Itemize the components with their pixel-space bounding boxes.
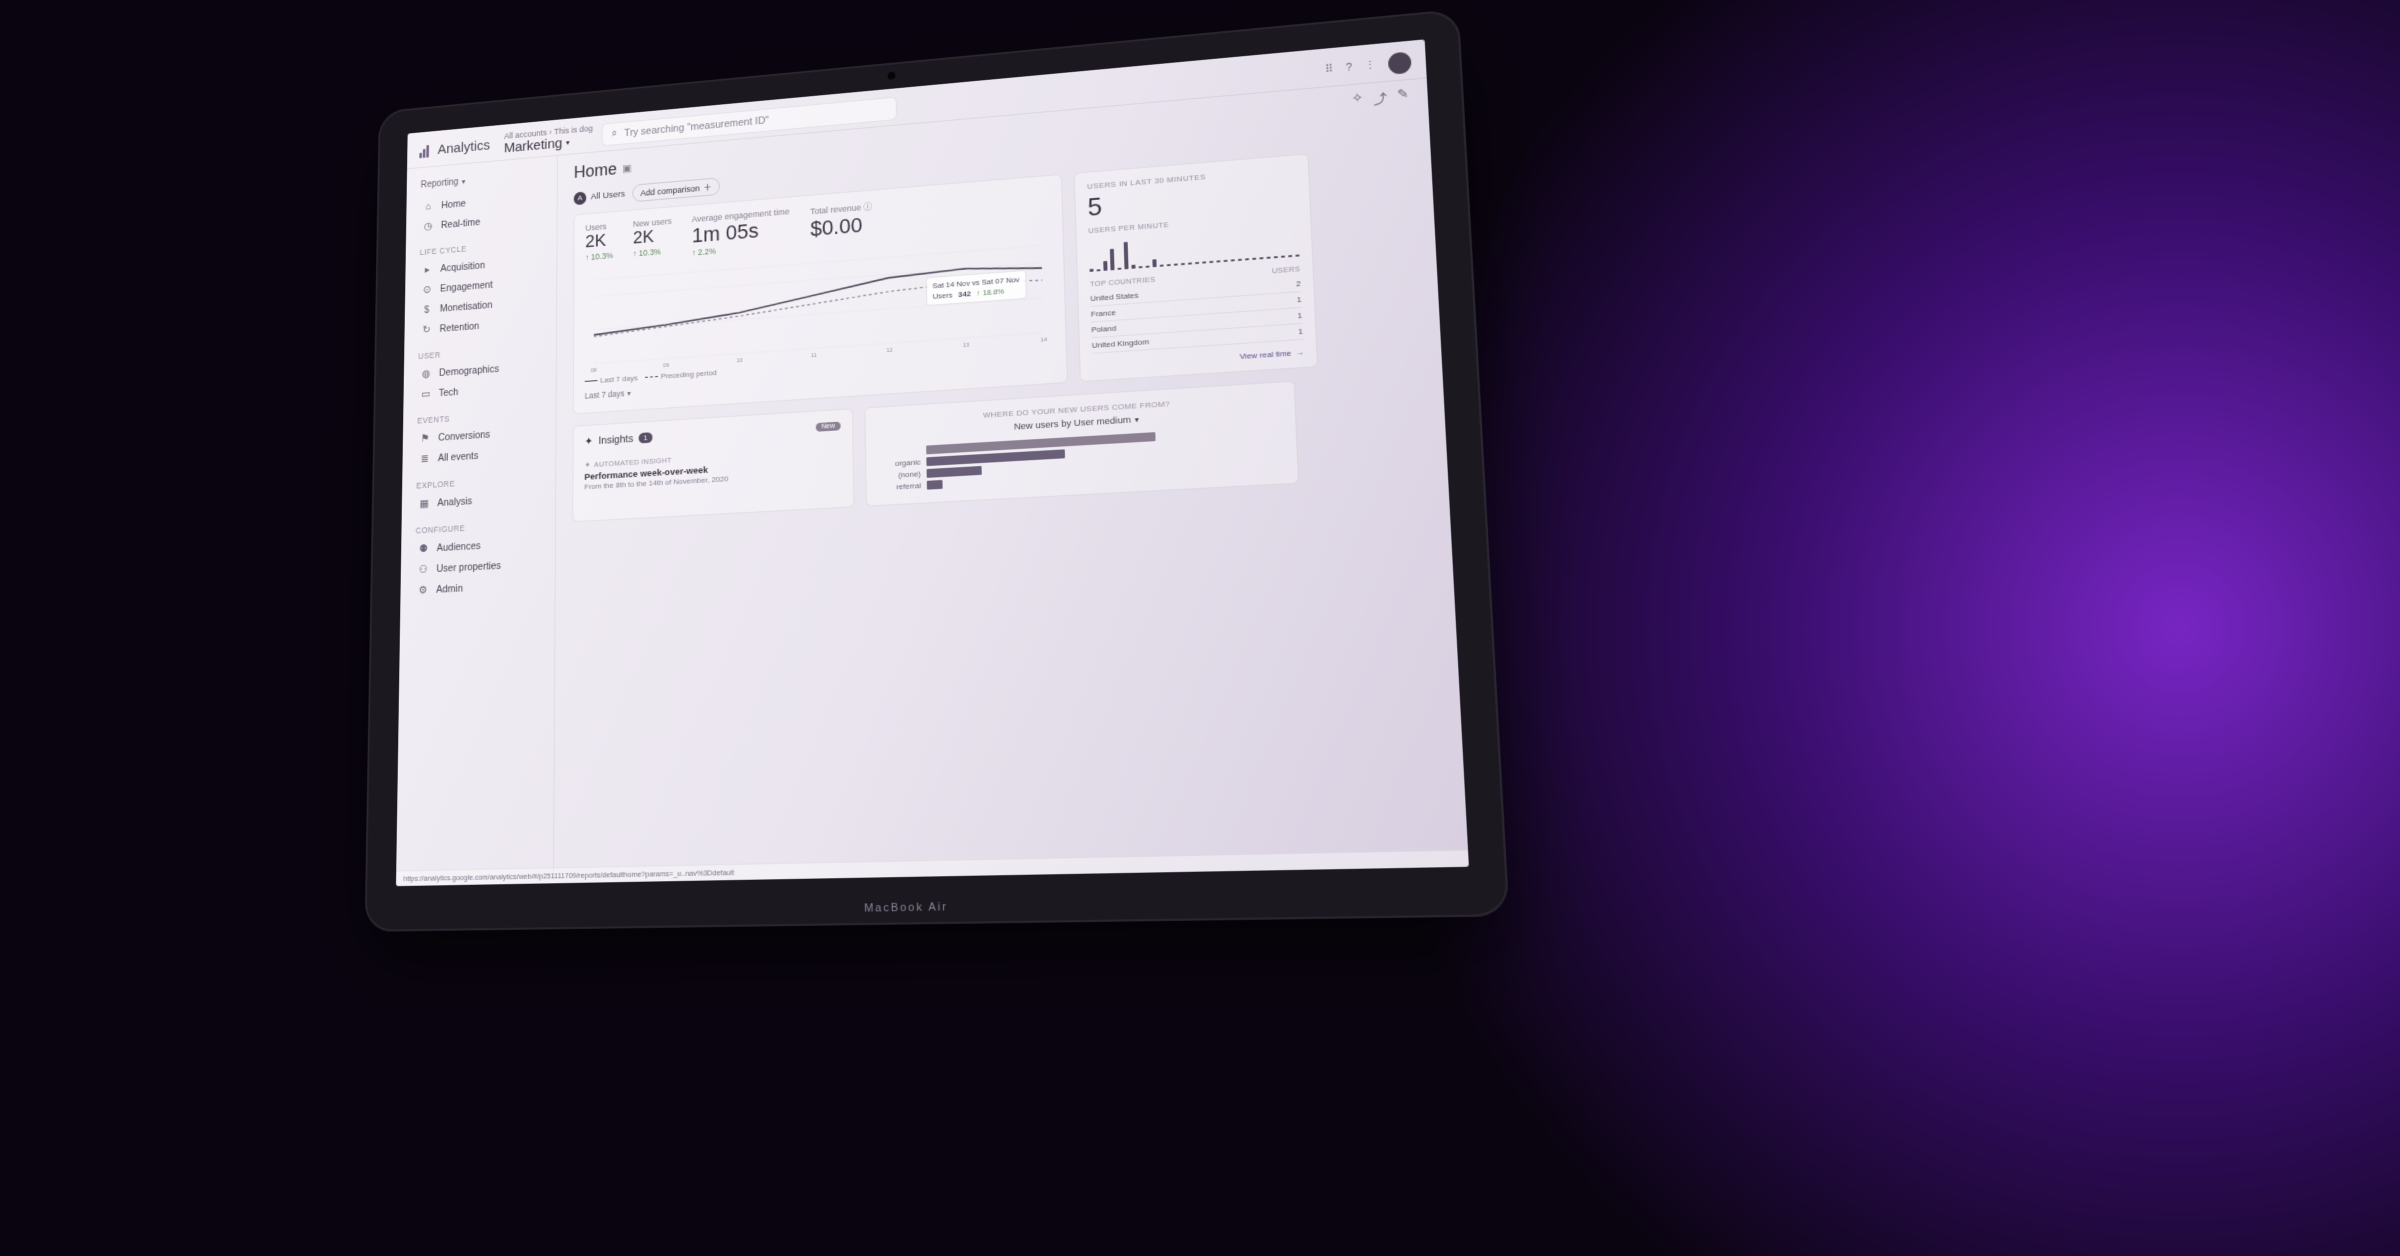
analytics-logo-icon	[419, 145, 429, 158]
nav-icon: ⚑	[419, 433, 432, 445]
page-title: Home	[574, 160, 617, 183]
nav-icon: $	[421, 304, 433, 316]
nav-icon: ≣	[418, 453, 431, 465]
laptop-frame: Analytics All accounts › This is dog Mar…	[365, 9, 1510, 932]
svg-text:10: 10	[736, 358, 742, 364]
svg-text:14: 14	[1041, 337, 1048, 344]
metric-total[interactable]: Total revenue ⓘ$0.00	[810, 200, 873, 248]
notifications-icon[interactable]: ⋮	[1364, 59, 1376, 73]
add-comparison-button[interactable]: Add comparison＋	[632, 177, 720, 202]
sidebar: Reporting▾ ⌂Home◷Real-timeLIFE CYCLE▸Acq…	[396, 156, 558, 882]
insights-icon[interactable]: ✧	[1351, 90, 1363, 109]
svg-text:12: 12	[886, 348, 892, 355]
analytics-screen: Analytics All accounts › This is dog Mar…	[396, 39, 1469, 886]
nav-icon: ▸	[421, 264, 433, 276]
nav-icon: ⊙	[421, 284, 433, 296]
insights-card: ✦ Insights 1 New ✦AUTOMATED INSIGHT Perf…	[572, 408, 854, 522]
svg-text:09: 09	[663, 363, 669, 369]
nav-icon: ⚙	[416, 585, 429, 597]
segment-all-users[interactable]: AAll Users	[574, 188, 625, 205]
nav-icon: ⌂	[422, 201, 434, 213]
nav-icon: ▦	[418, 498, 431, 510]
metric-new[interactable]: New users2K↑ 10.3%	[633, 216, 672, 262]
sidebar-item-analysis[interactable]: ▦Analysis	[414, 487, 548, 515]
avatar[interactable]	[1388, 51, 1412, 74]
customize-icon[interactable]: ▣	[622, 162, 631, 175]
nav-icon: ◷	[422, 221, 434, 233]
metric-users[interactable]: Users2K↑ 10.3%	[585, 221, 613, 266]
overview-card: Users2K↑ 10.3% New users2K↑ 10.3% Average …	[573, 174, 1068, 415]
apps-icon[interactable]: ⠿	[1325, 62, 1334, 75]
acquisition-card: WHERE DO YOUR NEW USERS COME FROM? New u…	[864, 381, 1299, 507]
share-icon[interactable]: ⤴	[1373, 88, 1387, 108]
nav-icon: ▭	[419, 388, 431, 400]
webcam	[888, 72, 896, 80]
help-icon[interactable]: ?	[1345, 61, 1352, 73]
sparkle-icon: ✦	[584, 461, 590, 470]
nav-icon: ⚉	[417, 543, 430, 555]
main-content: Home ▣ AAll Users Add comparison＋	[554, 78, 1469, 879]
laptop-model-label: MacBook Air	[864, 901, 948, 915]
insights-icon: ✦	[585, 435, 593, 448]
realtime-card: USERS IN LAST 30 MINUTES 5 USERS PER MIN…	[1074, 153, 1318, 382]
svg-text:08: 08	[591, 368, 597, 374]
svg-text:11: 11	[811, 353, 817, 360]
search-icon: ⌕	[612, 128, 618, 140]
nav-icon: ↻	[420, 324, 432, 336]
metric-average[interactable]: Average engagement time1m 05s↑ 2.2%	[692, 207, 790, 258]
edit-icon[interactable]: ✎	[1397, 86, 1409, 106]
search-placeholder: Try searching "measurement ID"	[624, 114, 769, 138]
nav-icon: ⚇	[417, 564, 430, 576]
nav-icon: ◍	[420, 368, 432, 380]
brand-name: Analytics	[438, 138, 491, 158]
svg-text:13: 13	[963, 342, 970, 349]
